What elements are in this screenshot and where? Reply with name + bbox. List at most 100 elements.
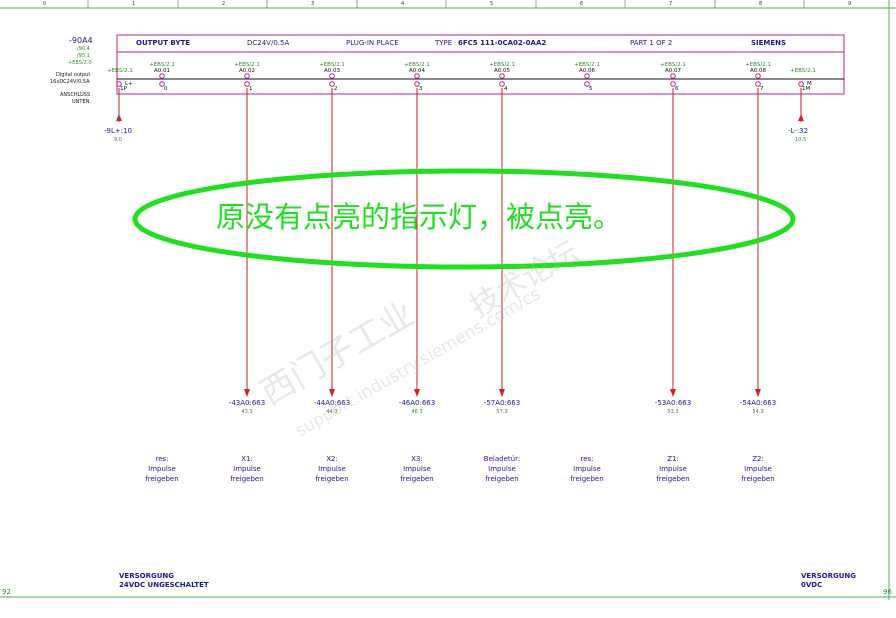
digital-output-label: Digital output xyxy=(56,72,91,78)
ruler-label-6: 6 xyxy=(580,1,584,7)
ruler-label-0: 0 xyxy=(43,1,47,7)
part-label: PART 1 OF 2 xyxy=(630,39,673,47)
channel-description-line: X3: xyxy=(411,455,423,463)
terminal-right-sub: 10.5 xyxy=(795,137,807,143)
page-number-left: 92 xyxy=(2,588,11,596)
channel-arrow xyxy=(499,389,505,397)
channel-description-line: X1: xyxy=(241,455,253,463)
channel-address: A0.01 xyxy=(153,68,170,74)
channel-address: A0.05 xyxy=(493,68,510,74)
channel-description: res: Impulse freigeben xyxy=(122,454,202,484)
digital-output-spec: 16xDC24V/0,5A xyxy=(50,79,90,85)
cabinet-ref: -90A4 xyxy=(69,36,93,45)
channel-connector xyxy=(755,73,761,79)
supply-right-line-1: VERSORGUNG xyxy=(801,572,857,580)
terminal-left-sub: 9.0 xyxy=(114,137,122,143)
channel-description: X3: Impulse freigeben xyxy=(377,454,457,484)
channel-signal-sub: 54.3 xyxy=(752,409,764,415)
channel-address: A0.02 xyxy=(238,68,255,74)
voltage-label: DC24V/0.5A xyxy=(247,39,290,47)
channel-description: X1: Impulse freigeben xyxy=(207,454,287,484)
channel-description-line: Impulse xyxy=(148,465,176,473)
channel-signal: -57A0:663 xyxy=(483,399,521,407)
type-value: 6FC5 111-0CA02-0AA2 xyxy=(458,39,547,47)
channel-address: A0.07 xyxy=(664,68,681,74)
channel-signal: -54A0:663 xyxy=(739,399,777,407)
type-label: TYPE xyxy=(435,39,453,47)
channel-description-line: Impulse xyxy=(403,465,431,473)
terminal-right-ebs: +EBS/2.1 xyxy=(790,68,816,74)
frame-graphics xyxy=(0,0,896,600)
channel-arrow xyxy=(329,389,335,397)
supply-right: VERSORGUNG 0VDC xyxy=(801,572,856,590)
channel-signal: -46A0:663 xyxy=(398,399,436,407)
channel-description-line: freigeben xyxy=(656,475,690,483)
terminal-right-mark: M xyxy=(807,81,812,87)
channel-pin: 2 xyxy=(334,86,338,92)
channel-signal-sub: 57.3 xyxy=(496,409,508,415)
channel-connector xyxy=(244,73,250,79)
channel-pin: 4 xyxy=(504,86,508,92)
channel-connector xyxy=(499,73,505,79)
channel-connector xyxy=(329,73,335,79)
channel-description: Z2: Impulse freigeben xyxy=(718,454,798,484)
channel-pin: 0 xyxy=(164,86,168,92)
plug-in-label: PLUG-IN PLACE xyxy=(346,39,399,47)
channel-description-line: res: xyxy=(580,455,594,463)
channel-description-line: Impulse xyxy=(488,465,516,473)
ruler-label-2: 2 xyxy=(222,1,226,7)
channel-description-line: freigeben xyxy=(741,475,775,483)
channel-address: A0.04 xyxy=(408,68,425,74)
cabinet-sub-3: +EBS/2.0 xyxy=(68,60,92,66)
channel-pin: 6 xyxy=(675,86,679,92)
maker-label: SIEMENS xyxy=(751,39,787,47)
channel-signal-sub: 53.3 xyxy=(667,409,679,415)
channel-description-line: Beladetür: xyxy=(483,455,521,463)
supply-right-line-2: 0VDC xyxy=(801,581,823,589)
channel-description-line: Impulse xyxy=(233,465,261,473)
channel-signal-sub: 46.3 xyxy=(411,409,423,415)
channel-description-line: Impulse xyxy=(573,465,601,473)
ruler-label-7: 7 xyxy=(669,1,673,7)
cabinet-sub-2: /95.1 xyxy=(77,53,90,59)
channel-arrow xyxy=(670,389,676,397)
channel-address: A0.06 xyxy=(578,68,595,74)
channel-address: A0.08 xyxy=(749,68,766,74)
supply-left-line-2: 24VDC UNGESCHALTET xyxy=(119,581,209,589)
channel-description-line: Impulse xyxy=(318,465,346,473)
channel-description-line: Z1: xyxy=(667,455,679,463)
channel-arrow xyxy=(755,389,761,397)
supply-left-line-1: VERSORGUNG xyxy=(119,572,175,580)
channel-description: res: Impulse freigeben xyxy=(547,454,627,484)
output-byte-label: OUTPUT BYTE xyxy=(136,39,191,47)
channel-pin: 3 xyxy=(419,86,423,92)
channel-description: X2: Impulse freigeben xyxy=(292,454,372,484)
channel-description-line: freigeben xyxy=(570,475,604,483)
channel-description: Z1: Impulse freigeben xyxy=(633,454,713,484)
channel-arrow xyxy=(414,389,420,397)
channel-connector xyxy=(670,73,676,79)
anschluss-label: ANSCHLUSS xyxy=(60,92,91,98)
ruler-label-1: 1 xyxy=(132,1,136,7)
page-number-right: 96 xyxy=(883,588,892,596)
channel-description-line: Impulse xyxy=(744,465,772,473)
supply-left: VERSORGUNG 24VDC UNGESCHALTET xyxy=(119,572,209,590)
channel-description-line: freigeben xyxy=(230,475,264,483)
channel-pin: 5 xyxy=(589,86,593,92)
channel-signal: -53A0:663 xyxy=(654,399,692,407)
channel-description-line: Impulse xyxy=(659,465,687,473)
channel-connector xyxy=(414,73,420,79)
channel-description-line: Z2: xyxy=(752,455,764,463)
channel-connector xyxy=(584,73,590,79)
channel-description: Beladetür: Impulse freigeben xyxy=(462,454,542,484)
channel-pin: 7 xyxy=(760,86,764,92)
channel-connector xyxy=(159,73,165,79)
channel-description-line: freigeben xyxy=(485,475,519,483)
channel-description-line: freigeben xyxy=(400,475,434,483)
ruler-label-4: 4 xyxy=(401,1,405,7)
terminal-right-ref: -L-:32 xyxy=(788,127,809,135)
terminal-left-ebs: +EBS/2.1 xyxy=(107,68,133,74)
terminal-left-ref: -9L+:10 xyxy=(104,127,133,135)
channel-arrow xyxy=(244,389,250,397)
channel-description-line: freigeben xyxy=(145,475,179,483)
